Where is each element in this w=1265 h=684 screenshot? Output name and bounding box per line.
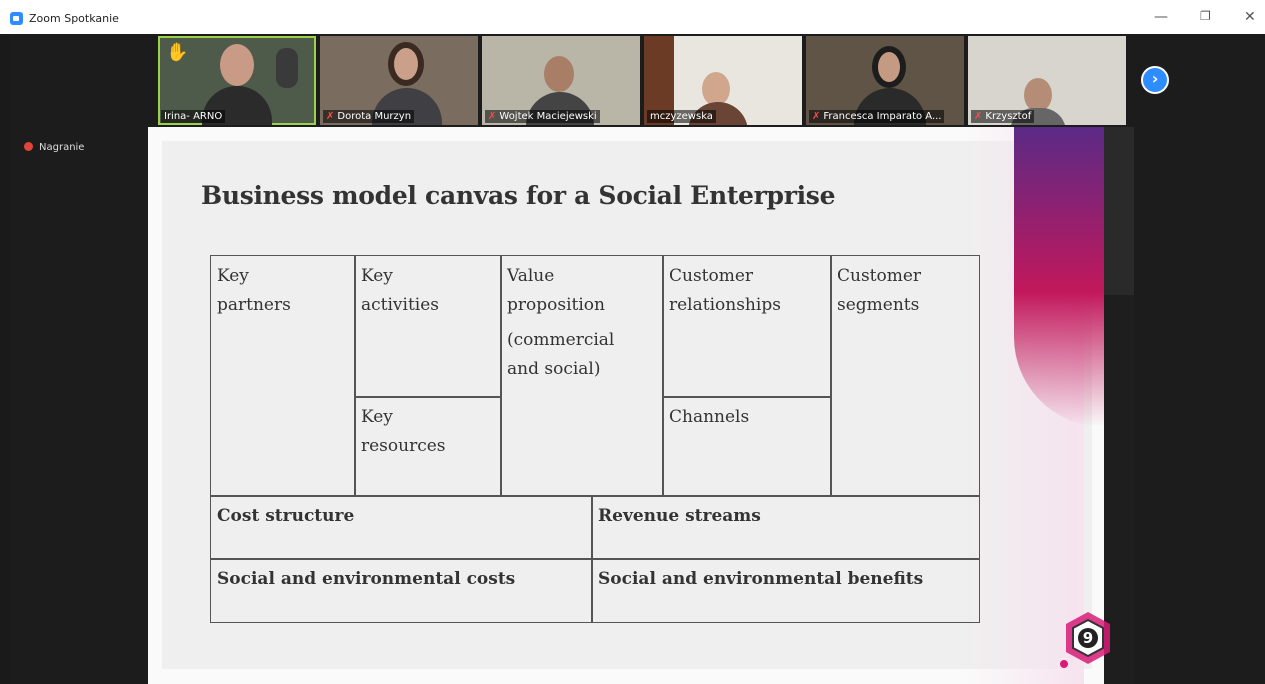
cell-social-costs: Social and environmental costs — [210, 558, 593, 623]
cell-text: Key — [217, 266, 249, 286]
participant-video-3[interactable]: ✗ Wojtek Maciejewski — [482, 36, 640, 125]
window-title: Zoom Spotkanie — [29, 12, 119, 25]
cell-key-activities: Key activities — [354, 255, 502, 398]
cell-text: (commercial — [507, 330, 615, 350]
cell-text: Customer — [837, 266, 922, 286]
raised-hand-icon: ✋ — [166, 42, 189, 63]
cell-cost-structure: Cost structure — [210, 495, 593, 560]
cell-text: Social and environmental benefits — [598, 569, 924, 589]
participant-name: mczyzewska — [647, 110, 716, 123]
cell-text: Key — [361, 266, 393, 286]
participant-name: ✗ Krzysztof — [971, 110, 1035, 123]
participant-face — [702, 72, 730, 106]
close-icon[interactable]: ✕ — [1244, 9, 1256, 25]
right-panel-strip — [1104, 127, 1134, 684]
zoom-logo-icon — [10, 12, 23, 25]
next-page-button[interactable]: › — [1141, 66, 1169, 94]
muted-mic-icon: ✗ — [488, 111, 497, 122]
restore-icon[interactable]: ❐ — [1200, 9, 1211, 23]
cell-text: relationships — [669, 295, 781, 315]
participant-face — [1024, 78, 1052, 112]
chevron-right-icon: › — [1151, 69, 1159, 88]
muted-mic-icon: ✗ — [326, 111, 335, 122]
cell-text: segments — [837, 295, 920, 315]
participant-video-5[interactable]: ✗ Francesca Imparato A... — [806, 36, 964, 125]
logo-number: 9 — [1083, 629, 1093, 647]
participant-name: ✗ Wojtek Maciejewski — [485, 110, 600, 123]
participant-name: Irina- ARNO — [161, 110, 226, 123]
cell-key-resources: Key resources — [354, 396, 502, 497]
muted-mic-icon: ✗ — [974, 111, 983, 122]
participant-name: ✗ Francesca Imparato A... — [809, 110, 945, 123]
slide-logo-icon: 9 — [1060, 612, 1110, 668]
participant-face — [872, 46, 906, 88]
participant-name: ✗ Dorota Murzyn — [323, 110, 415, 123]
slide-title: Business model canvas for a Social Enter… — [201, 181, 836, 210]
participant-face — [388, 42, 424, 86]
participant-video-1[interactable]: ✋ Irina- ARNO — [158, 36, 316, 125]
cell-text: Channels — [669, 407, 750, 427]
cell-subtext: (commercial and social) — [507, 326, 657, 384]
minimize-icon[interactable]: — — [1154, 9, 1168, 25]
record-icon — [24, 142, 33, 151]
participant-video-4[interactable]: mczyzewska — [644, 36, 802, 125]
cell-text: resources — [361, 436, 446, 456]
cell-text: proposition — [507, 295, 605, 315]
background-object — [276, 48, 298, 88]
cell-text: and social) — [507, 359, 601, 379]
cell-channels: Channels — [662, 396, 832, 497]
participant-face — [220, 44, 254, 86]
cell-customer-relationships: Customer relationships — [662, 255, 832, 398]
cell-text: activities — [361, 295, 440, 315]
participant-video-6[interactable]: ✗ Krzysztof — [968, 36, 1126, 125]
cell-value-proposition: Value proposition (commercial and social… — [500, 255, 664, 497]
cell-text: Key — [361, 407, 393, 427]
participant-video-2[interactable]: ✗ Dorota Murzyn — [320, 36, 478, 125]
cell-text: Cost structure — [217, 506, 355, 526]
cell-revenue-streams: Revenue streams — [591, 495, 980, 560]
cell-key-partners: Key partners — [210, 255, 356, 497]
cell-text: Customer — [669, 266, 754, 286]
cell-social-benefits: Social and environmental benefits — [591, 558, 980, 623]
muted-mic-icon: ✗ — [812, 111, 821, 122]
window-titlebar: Zoom Spotkanie — ❐ ✕ — [0, 0, 1265, 34]
cell-text: Revenue streams — [598, 506, 761, 526]
cell-text: partners — [217, 295, 291, 315]
cell-text: Value — [507, 266, 555, 286]
recording-indicator[interactable]: Nagranie — [24, 142, 84, 153]
cell-customer-segments: Customer segments — [830, 255, 980, 497]
slide-corner-decoration — [1014, 127, 1104, 427]
participant-face — [544, 56, 574, 92]
cell-text: Social and environmental costs — [217, 569, 516, 589]
